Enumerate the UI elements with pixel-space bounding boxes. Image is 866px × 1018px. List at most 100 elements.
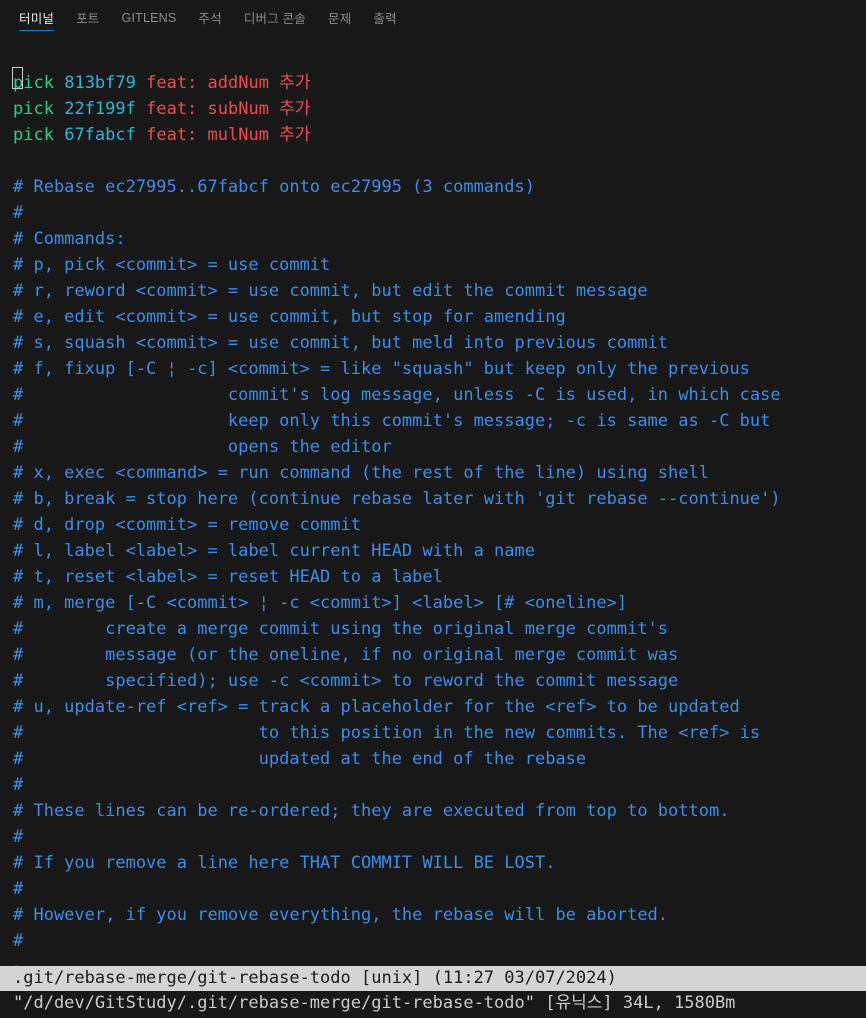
rebase-help-comment-text: # create a merge commit using the origin… xyxy=(13,619,669,639)
rebase-help-comment-text: # commit's log message, unless -C is use… xyxy=(13,385,781,405)
tab-comments[interactable]: 주석 xyxy=(187,0,232,35)
rebase-help-comment-line: # m, merge [-C <commit> ¦ -c <commit>] <… xyxy=(13,590,866,616)
rebase-help-comment-text: # message (or the oneline, if no origina… xyxy=(13,645,679,665)
rebase-help-comment-line: # If you remove a line here THAT COMMIT … xyxy=(13,850,866,876)
rebase-help-comment-line: # b, break = stop here (continue rebase … xyxy=(13,486,866,512)
tab-gitlens[interactable]: GITLENS xyxy=(111,0,188,35)
rebase-help-comment-line: # e, edit <commit> = use commit, but sto… xyxy=(13,304,866,330)
space-sep xyxy=(136,99,146,119)
rebase-help-comment-text: # opens the editor xyxy=(13,437,392,457)
rebase-action: pick xyxy=(13,99,54,119)
terminal-output: pick 813bf79 feat: addNum 추가 pick 22f199f… xyxy=(0,44,866,980)
rebase-help-comment-text: # These lines can be re-ordered; they ar… xyxy=(13,801,730,821)
rebase-help-comment-text: # s, squash <commit> = use commit, but m… xyxy=(13,333,669,353)
rebase-help-comment-line: # r, reword <commit> = use commit, but e… xyxy=(13,278,866,304)
rebase-commit-hash: 22f199f xyxy=(64,99,136,119)
rebase-help-comment-text: # xyxy=(13,775,24,795)
panel-tab-label: 주석 xyxy=(198,12,222,26)
rebase-help-comment-line: # Commands: xyxy=(13,226,866,252)
rebase-help-comment-text: # Rebase ec27995..67fabcf onto ec27995 (… xyxy=(13,177,535,197)
rebase-commit-message: feat: mulNum 추가 xyxy=(146,125,311,145)
rebase-help-comment-line: # u, update-ref <ref> = track a placehol… xyxy=(13,694,866,720)
rebase-help-comment-text: # e, edit <commit> = use commit, but sto… xyxy=(13,307,566,327)
rebase-help-comment-line: # These lines can be re-ordered; they ar… xyxy=(13,798,866,824)
rebase-help-comment-line: # commit's log message, unless -C is use… xyxy=(13,382,866,408)
rebase-help-comment-text: # xyxy=(13,203,24,223)
terminal-cursor: p xyxy=(11,67,24,96)
rebase-commit-message: feat: addNum 추가 xyxy=(146,73,311,93)
rebase-help-comment-text: # xyxy=(13,879,24,899)
rebase-help-comment-line: # x, exec <command> = run command (the r… xyxy=(13,460,866,486)
space-sep xyxy=(136,125,146,145)
rebase-action: pick xyxy=(13,125,54,145)
rebase-help-comment-text: # x, exec <command> = run command (the r… xyxy=(13,463,709,483)
rebase-help-comment-text: # u, update-ref <ref> = track a placehol… xyxy=(13,697,740,717)
terminal-panel[interactable]: pick 813bf79 feat: addNum 추가 pick 22f199f… xyxy=(0,35,866,1018)
space-sep xyxy=(54,99,64,119)
rebase-todo-line: pick 22f199f feat: subNum 추가 xyxy=(13,96,866,122)
rebase-help-comment-text: # t, reset <label> = reset HEAD to a lab… xyxy=(13,567,443,587)
rebase-help-comment-text: # keep only this commit's message; -c is… xyxy=(13,411,771,431)
tab-ports[interactable]: 포트 xyxy=(65,0,110,35)
rebase-todo-line: pick 813bf79 feat: addNum 추가 xyxy=(11,67,866,96)
rebase-help-comment-line: # d, drop <commit> = remove commit xyxy=(13,512,866,538)
rebase-help-comment-text: # xyxy=(13,931,24,951)
rebase-commit-hash: 67fabcf xyxy=(64,125,136,145)
rebase-help-comment-text: # f, fixup [-C ¦ -c] <commit> = like "sq… xyxy=(13,359,750,379)
space-sep xyxy=(136,73,146,93)
rebase-help-comment-line: # xyxy=(13,772,866,798)
space-sep xyxy=(54,73,64,93)
rebase-help-comment-text: # Commands: xyxy=(13,229,126,249)
panel-tab-label: 문제 xyxy=(328,12,352,26)
rebase-help-comment-line: # l, label <label> = label current HEAD … xyxy=(13,538,866,564)
rebase-commit-message: feat: subNum 추가 xyxy=(146,99,311,119)
rebase-help-comment-line: # p, pick <commit> = use commit xyxy=(13,252,866,278)
rebase-help-comment-line: # to this position in the new commits. T… xyxy=(13,720,866,746)
rebase-help-comment-text: # r, reword <commit> = use commit, but e… xyxy=(13,281,648,301)
rebase-help-comment-text: # However, if you remove everything, the… xyxy=(13,905,669,925)
rebase-action: ick xyxy=(23,73,54,93)
panel-tab-label: 포트 xyxy=(76,12,100,26)
space-sep xyxy=(54,125,64,145)
rebase-help-comment-line: # xyxy=(13,876,866,902)
rebase-help-comment-line: # message (or the oneline, if no origina… xyxy=(13,642,866,668)
tab-output[interactable]: 출력 xyxy=(362,0,407,35)
rebase-help-comment-line: # opens the editor xyxy=(13,434,866,460)
rebase-help-comment-text: # p, pick <commit> = use commit xyxy=(13,255,331,275)
rebase-help-comment-line: # However, if you remove everything, the… xyxy=(13,902,866,928)
tab-debug-console[interactable]: 디버그 콘솔 xyxy=(233,0,317,35)
tab-terminal[interactable]: 터미널 xyxy=(8,0,65,35)
rebase-help-comment-line: # specified); use -c <commit> to reword … xyxy=(13,668,866,694)
rebase-help-comment-line: # xyxy=(13,200,866,226)
rebase-help-comment-line: # create a merge commit using the origin… xyxy=(13,616,866,642)
rebase-help-comment-text: # l, label <label> = label current HEAD … xyxy=(13,541,535,561)
panel-tab-label: 디버그 콘솔 xyxy=(243,12,306,26)
rebase-help-comment-line: # keep only this commit's message; -c is… xyxy=(13,408,866,434)
panel-tab-label: 터미널 xyxy=(19,12,55,26)
rebase-help-comment-text: # specified); use -c <commit> to reword … xyxy=(13,671,679,691)
rebase-help-comment-line: # f, fixup [-C ¦ -c] <commit> = like "sq… xyxy=(13,356,866,382)
rebase-help-comment-line: # updated at the end of the rebase xyxy=(13,746,866,772)
rebase-todo-line: pick 67fabcf feat: mulNum 추가 xyxy=(13,122,866,148)
rebase-help-comment-text: # m, merge [-C <commit> ¦ -c <commit>] <… xyxy=(13,593,628,613)
rebase-help-comment-line: # s, squash <commit> = use commit, but m… xyxy=(13,330,866,356)
vim-command-line: "/d/dev/GitStudy/.git/rebase-merge/git-r… xyxy=(0,991,866,1018)
tab-problems[interactable]: 문제 xyxy=(317,0,362,35)
rebase-help-comment-line: # xyxy=(13,928,866,954)
rebase-help-comment-line: # xyxy=(13,824,866,850)
vim-status-line: .git/rebase-merge/git-rebase-todo [unix]… xyxy=(0,966,866,991)
rebase-help-comment-text: # If you remove a line here THAT COMMIT … xyxy=(13,853,556,873)
rebase-help-comment-text: # xyxy=(13,827,24,847)
rebase-help-comment-text: # b, break = stop here (continue rebase … xyxy=(13,489,781,509)
rebase-help-comment-text: # d, drop <commit> = remove commit xyxy=(13,515,361,535)
panel-tab-label: 출력 xyxy=(373,12,397,26)
panel-tab-label: GITLENS xyxy=(121,10,177,25)
rebase-help-comment-line: # t, reset <label> = reset HEAD to a lab… xyxy=(13,564,866,590)
panel-tab-bar: 터미널 포트 GITLENS 주석 디버그 콘솔 문제 출력 xyxy=(0,0,866,35)
rebase-help-comment-line: # Rebase ec27995..67fabcf onto ec27995 (… xyxy=(13,174,866,200)
rebase-help-comment-text: # updated at the end of the rebase xyxy=(13,749,587,769)
rebase-commit-hash: 813bf79 xyxy=(64,73,136,93)
rebase-help-comment-text: # to this position in the new commits. T… xyxy=(13,723,761,743)
